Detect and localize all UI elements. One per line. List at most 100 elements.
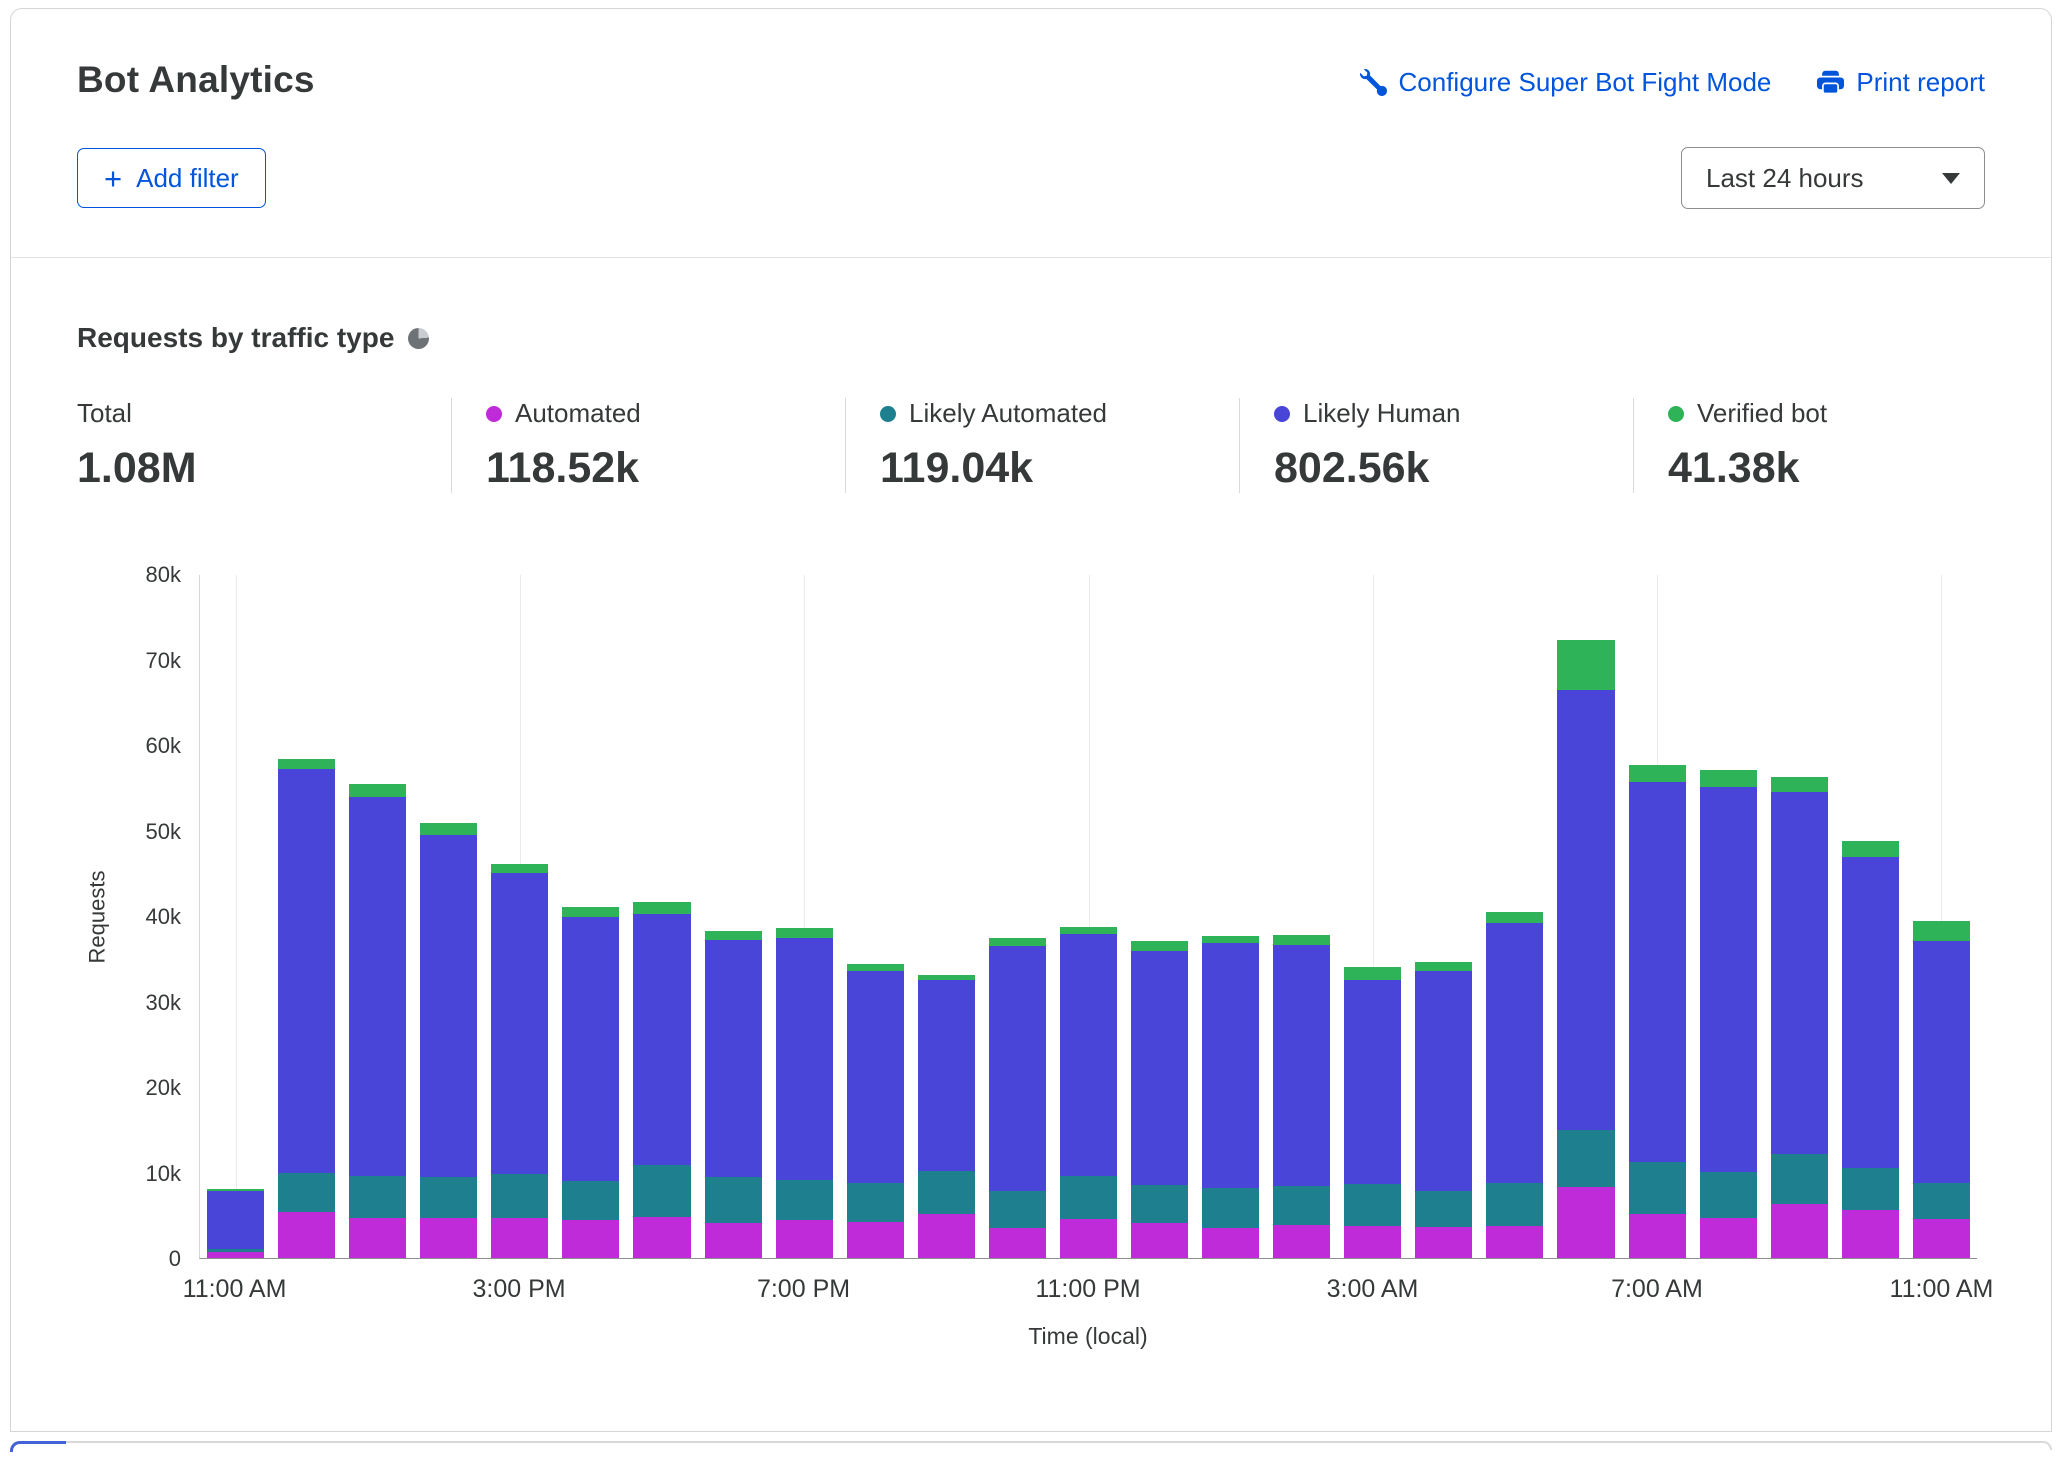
bar-segment-verified-bot[interactable] — [349, 784, 406, 797]
bar-segment-automated[interactable] — [278, 1212, 335, 1258]
bar-segment-likely-automated[interactable] — [1486, 1183, 1543, 1226]
bar-segment-likely-automated[interactable] — [776, 1180, 833, 1220]
time-range-select[interactable]: Last 24 hours — [1681, 147, 1985, 209]
bar-segment-likely-human[interactable] — [1131, 951, 1188, 1186]
bar-segment-likely-human[interactable] — [705, 940, 762, 1176]
bar-segment-likely-automated[interactable] — [491, 1174, 548, 1218]
bar-segment-automated[interactable] — [847, 1222, 904, 1258]
bar-segment-verified-bot[interactable] — [491, 864, 548, 873]
bar-segment-likely-automated[interactable] — [1131, 1185, 1188, 1223]
bar-segment-likely-automated[interactable] — [1202, 1188, 1259, 1228]
stacked-bar[interactable] — [1337, 575, 1408, 1258]
bar-segment-likely-human[interactable] — [847, 971, 904, 1183]
bar-segment-automated[interactable] — [562, 1220, 619, 1258]
bar-segment-automated[interactable] — [491, 1218, 548, 1258]
bar-segment-likely-human[interactable] — [918, 980, 975, 1171]
stacked-bar[interactable] — [1764, 575, 1835, 1258]
bar-segment-verified-bot[interactable] — [1771, 777, 1828, 792]
bar-segment-automated[interactable] — [776, 1220, 833, 1258]
bar-segment-verified-bot[interactable] — [1131, 941, 1188, 950]
bar-segment-verified-bot[interactable] — [1415, 962, 1472, 971]
bar-segment-verified-bot[interactable] — [278, 759, 335, 768]
bar-segment-verified-bot[interactable] — [1060, 927, 1117, 934]
stacked-bar[interactable] — [1622, 575, 1693, 1258]
bar-segment-verified-bot[interactable] — [1913, 921, 1970, 941]
bar-segment-likely-automated[interactable] — [1771, 1154, 1828, 1204]
bar-segment-likely-human[interactable] — [1771, 792, 1828, 1154]
bar-segment-likely-automated[interactable] — [1060, 1176, 1117, 1219]
stacked-bar[interactable] — [484, 575, 555, 1258]
bar-segment-likely-automated[interactable] — [1415, 1191, 1472, 1228]
stacked-bar[interactable] — [840, 575, 911, 1258]
bar-segment-verified-bot[interactable] — [1202, 936, 1259, 943]
bar-segment-likely-human[interactable] — [1557, 690, 1614, 1130]
bar-segment-automated[interactable] — [1344, 1226, 1401, 1258]
bar-segment-likely-automated[interactable] — [918, 1171, 975, 1215]
stacked-bar[interactable] — [200, 575, 271, 1258]
bar-segment-likely-human[interactable] — [776, 938, 833, 1180]
configure-super-bot-fight-mode-link[interactable]: Configure Super Bot Fight Mode — [1360, 67, 1772, 98]
bar-segment-automated[interactable] — [420, 1218, 477, 1258]
bar-segment-verified-bot[interactable] — [705, 931, 762, 940]
bar-segment-automated[interactable] — [1771, 1204, 1828, 1258]
bar-segment-verified-bot[interactable] — [1700, 770, 1757, 787]
bar-segment-verified-bot[interactable] — [1842, 841, 1899, 856]
bar-segment-likely-automated[interactable] — [1913, 1183, 1970, 1219]
stacked-bar[interactable] — [1053, 575, 1124, 1258]
bar-segment-automated[interactable] — [1629, 1214, 1686, 1258]
bar-segment-likely-human[interactable] — [491, 873, 548, 1174]
bar-segment-likely-human[interactable] — [1486, 923, 1543, 1183]
bar-segment-automated[interactable] — [989, 1228, 1046, 1258]
bar-segment-verified-bot[interactable] — [1629, 765, 1686, 782]
bar-segment-automated[interactable] — [633, 1217, 690, 1258]
print-report-link[interactable]: Print report — [1817, 67, 1985, 98]
stacked-bar[interactable] — [1835, 575, 1906, 1258]
bar-segment-likely-automated[interactable] — [633, 1165, 690, 1217]
stacked-bar[interactable] — [982, 575, 1053, 1258]
stacked-bar[interactable] — [698, 575, 769, 1258]
bar-segment-automated[interactable] — [918, 1214, 975, 1258]
bar-segment-likely-human[interactable] — [1202, 943, 1259, 1188]
bar-segment-likely-human[interactable] — [562, 917, 619, 1182]
stacked-bar[interactable] — [911, 575, 982, 1258]
bar-segment-automated[interactable] — [1060, 1219, 1117, 1258]
bar-segment-likely-automated[interactable] — [349, 1176, 406, 1218]
bar-segment-automated[interactable] — [1486, 1226, 1543, 1258]
stacked-bar[interactable] — [271, 575, 342, 1258]
bar-segment-likely-automated[interactable] — [420, 1177, 477, 1218]
bar-segment-verified-bot[interactable] — [1557, 640, 1614, 690]
bar-segment-likely-human[interactable] — [278, 769, 335, 1173]
bar-segment-likely-automated[interactable] — [1629, 1162, 1686, 1213]
bar-segment-automated[interactable] — [705, 1223, 762, 1258]
stacked-bar[interactable] — [1479, 575, 1550, 1258]
bar-segment-likely-automated[interactable] — [278, 1173, 335, 1212]
stacked-bar[interactable] — [413, 575, 484, 1258]
bar-segment-likely-automated[interactable] — [1700, 1172, 1757, 1218]
stacked-bar[interactable] — [1124, 575, 1195, 1258]
stacked-bar[interactable] — [1266, 575, 1337, 1258]
bar-segment-likely-automated[interactable] — [847, 1183, 904, 1222]
bar-segment-likely-human[interactable] — [349, 797, 406, 1176]
bar-segment-verified-bot[interactable] — [776, 928, 833, 937]
bar-segment-likely-human[interactable] — [1629, 782, 1686, 1163]
bar-segment-likely-human[interactable] — [1913, 941, 1970, 1183]
bar-segment-automated[interactable] — [1842, 1210, 1899, 1258]
bar-segment-likely-automated[interactable] — [1842, 1168, 1899, 1210]
stacked-bar[interactable] — [1906, 575, 1977, 1258]
bar-segment-likely-automated[interactable] — [989, 1191, 1046, 1229]
bar-segment-likely-human[interactable] — [989, 946, 1046, 1191]
stacked-bar[interactable] — [1195, 575, 1266, 1258]
bar-segment-automated[interactable] — [1273, 1225, 1330, 1258]
stacked-bar[interactable] — [1693, 575, 1764, 1258]
bar-segment-likely-automated[interactable] — [1557, 1130, 1614, 1187]
stacked-bar[interactable] — [626, 575, 697, 1258]
bar-segment-automated[interactable] — [1557, 1187, 1614, 1258]
bar-segment-verified-bot[interactable] — [562, 907, 619, 916]
bar-segment-likely-human[interactable] — [420, 835, 477, 1177]
bar-segment-automated[interactable] — [1913, 1219, 1970, 1258]
bar-segment-likely-human[interactable] — [633, 914, 690, 1165]
bar-segment-verified-bot[interactable] — [1273, 935, 1330, 944]
bar-segment-likely-automated[interactable] — [705, 1177, 762, 1223]
bar-segment-likely-automated[interactable] — [1344, 1184, 1401, 1226]
stacked-bar[interactable] — [1408, 575, 1479, 1258]
